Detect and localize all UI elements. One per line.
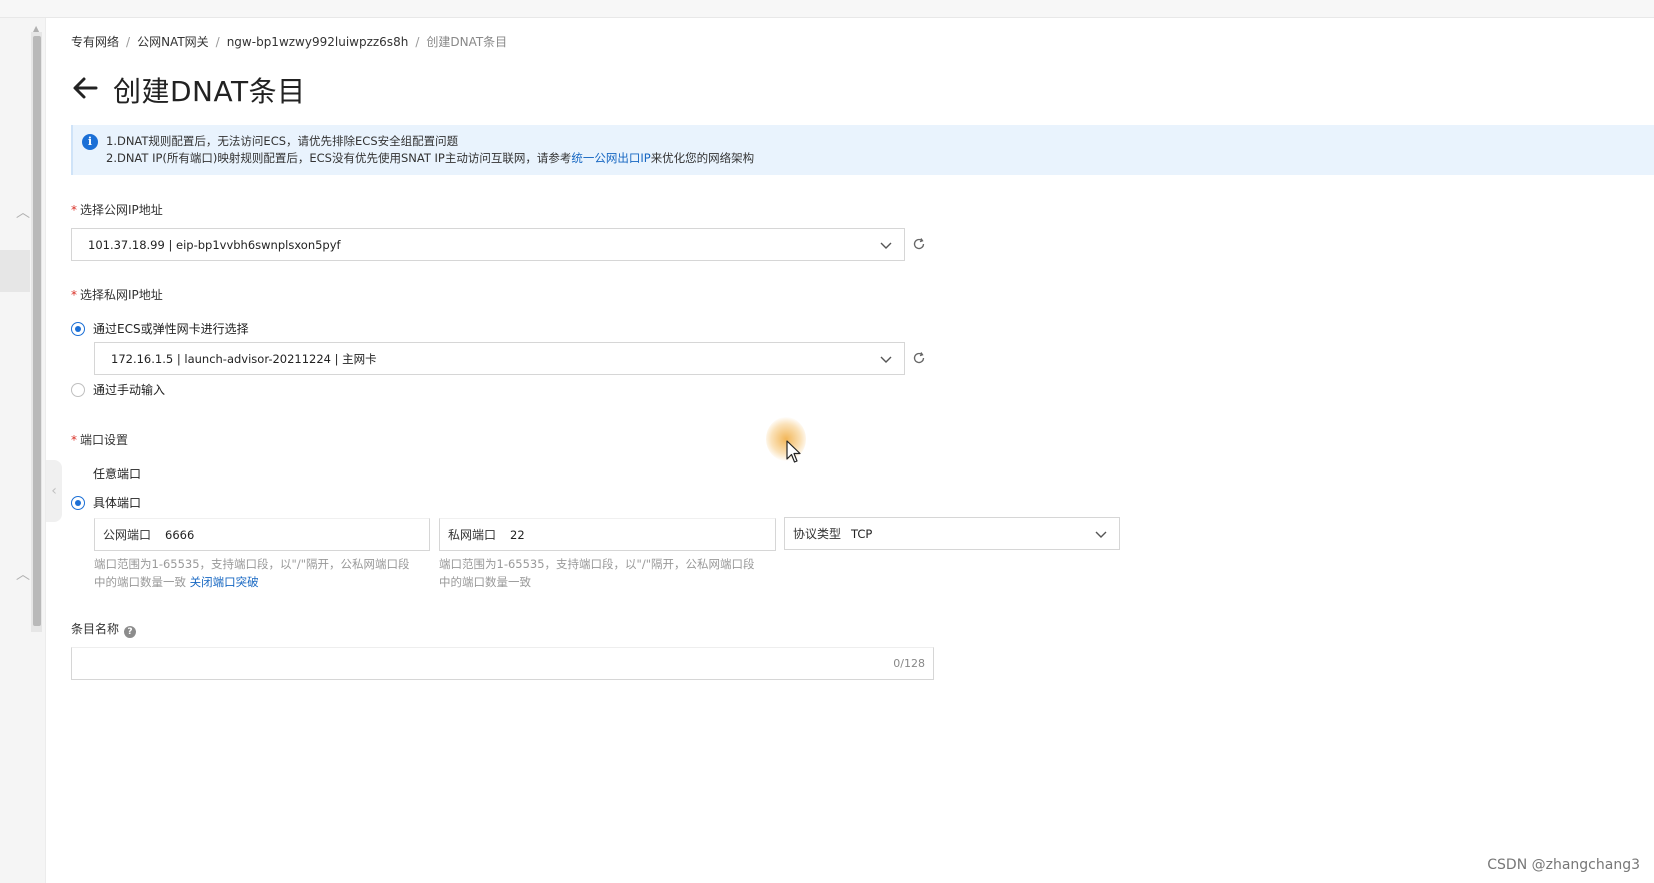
refresh-icon[interactable] xyxy=(912,351,926,365)
sidebar-collapse-handle[interactable]: ‹ xyxy=(46,460,62,522)
radio-any-port[interactable]: 任意端口 xyxy=(93,465,141,482)
protocol-label: 协议类型 xyxy=(793,527,842,541)
rail-active-block xyxy=(0,250,30,292)
breadcrumb: 专有网络 / 公网NAT网关 / ngw-bp1wzwy992luiwpzz6s8h / 创… xyxy=(71,33,507,50)
rail-up-arrow-icon[interactable]: ︿ xyxy=(16,206,30,220)
radio-manual-input-label: 通过手动输入 xyxy=(93,383,166,397)
radio-dot-checked[interactable] xyxy=(71,495,85,510)
breadcrumb-separator: / xyxy=(126,35,131,49)
breadcrumb-current: 创建DNAT条目 xyxy=(426,35,508,49)
watermark: CSDN @zhangchang3 xyxy=(1487,857,1640,873)
radio-specific-port[interactable]: 具体端口 xyxy=(71,494,141,511)
protocol-select[interactable]: 协议类型 TCP xyxy=(784,517,1120,550)
ecs-eni-select[interactable]: 172.16.1.5 | launch-advisor-20211224 | 主… xyxy=(94,342,905,375)
private-ip-label: * 选择私网IP地址 xyxy=(71,286,163,303)
breadcrumb-nat-gateway[interactable]: 公网NAT网关 xyxy=(137,35,209,49)
radio-specific-port-label: 具体端口 xyxy=(93,496,142,510)
public-port-hint-line2: 中的端口数量一致 xyxy=(94,575,186,589)
unified-egress-ip-link[interactable]: 统一公网出口IP xyxy=(571,151,650,165)
port-settings-label-text: 端口设置 xyxy=(80,433,129,447)
scrollbar-thumb[interactable] xyxy=(33,36,41,626)
public-port-value: 6666 xyxy=(165,527,195,542)
required-mark: * xyxy=(71,433,77,447)
public-port-hint-line2-row: 中的端口数量一致 关闭端口突破 xyxy=(94,573,410,591)
protocol-value: TCP xyxy=(851,526,873,541)
private-port-hint-line1: 端口范围为1-65535，支持端口段，以"/"隔开，公私网端口段 xyxy=(439,557,755,571)
disable-port-breakthrough-link[interactable]: 关闭端口突破 xyxy=(190,575,259,589)
private-port-hint: 端口范围为1-65535，支持端口段，以"/"隔开，公私网端口段 中的端口数量一… xyxy=(439,555,755,591)
chevron-down-icon xyxy=(880,356,892,363)
public-port-label: 公网端口 xyxy=(103,528,152,542)
notice-line-1: 1.DNAT规则配置后，无法访问ECS，请优先排除ECS安全组配置问题 xyxy=(106,134,459,148)
required-mark: * xyxy=(71,203,77,217)
breadcrumb-separator: / xyxy=(415,35,420,49)
mouse-cursor-icon xyxy=(786,440,801,463)
private-port-value: 22 xyxy=(510,527,525,542)
help-icon[interactable]: ? xyxy=(124,626,137,638)
breadcrumb-separator: / xyxy=(215,35,220,49)
radio-select-by-ecs[interactable]: 通过ECS或弹性网卡进行选择 xyxy=(71,320,249,337)
public-port-hint-line1: 端口范围为1-65535，支持端口段，以"/"隔开，公私网端口段 xyxy=(94,557,410,571)
public-ip-label-text: 选择公网IP地址 xyxy=(80,203,163,217)
info-icon: i xyxy=(82,134,98,150)
private-port-hint-line2: 中的端口数量一致 xyxy=(439,575,531,589)
notice-line-2-suffix: 来优化您的网络架构 xyxy=(650,151,755,165)
breadcrumb-vpc[interactable]: 专有网络 xyxy=(71,35,119,49)
notice-line-2: 2.DNAT IP(所有端口)映射规则配置后，ECS没有优先使用SNAT IP主… xyxy=(106,150,754,166)
entry-name-label: 条目名称? xyxy=(71,620,137,638)
notice-banner: i 1.DNAT规则配置后，无法访问ECS，请优先排除ECS安全组配置问题 2.… xyxy=(71,125,1654,175)
public-ip-select[interactable]: 101.37.18.99 | eip-bp1vvbh6swnplsxon5pyf xyxy=(71,228,905,261)
title-row: 创建DNAT条目 xyxy=(71,70,306,110)
public-port-hint: 端口范围为1-65535，支持端口段，以"/"隔开，公私网端口段 中的端口数量一… xyxy=(94,555,410,591)
chevron-down-icon xyxy=(880,242,892,249)
page-title: 创建DNAT条目 xyxy=(113,75,306,108)
public-ip-select-value: 101.37.18.99 | eip-bp1vvbh6swnplsxon5pyf xyxy=(88,237,341,252)
entry-name-input[interactable]: 0/128 xyxy=(71,647,934,680)
refresh-icon[interactable] xyxy=(912,237,926,251)
scroll-up-icon[interactable]: ▲ xyxy=(33,22,39,36)
private-ip-label-text: 选择私网IP地址 xyxy=(80,288,163,302)
public-port-input[interactable]: 公网端口 6666 xyxy=(94,518,430,551)
port-settings-label: * 端口设置 xyxy=(71,431,128,448)
rail-up-arrow-icon-2[interactable]: ︿ xyxy=(16,568,30,582)
notice-line-2-prefix: 2.DNAT IP(所有端口)映射规则配置后，ECS没有优先使用SNAT IP主… xyxy=(106,151,572,165)
radio-any-port-label: 任意端口 xyxy=(93,467,142,481)
radio-dot-unchecked[interactable] xyxy=(71,382,85,397)
public-ip-label: * 选择公网IP地址 xyxy=(71,201,163,218)
entry-name-label-text: 条目名称 xyxy=(71,622,120,636)
private-port-label: 私网端口 xyxy=(448,528,497,542)
chevron-down-icon xyxy=(1095,531,1107,538)
entry-name-char-counter: 0/128 xyxy=(893,657,925,670)
radio-select-by-ecs-label: 通过ECS或弹性网卡进行选择 xyxy=(93,322,249,336)
ecs-eni-select-value: 172.16.1.5 | launch-advisor-20211224 | 主… xyxy=(111,351,377,366)
top-bar xyxy=(0,0,1654,18)
breadcrumb-gateway-id[interactable]: ngw-bp1wzwy992luiwpzz6s8h xyxy=(227,35,409,49)
private-port-input[interactable]: 私网端口 22 xyxy=(439,518,776,551)
radio-dot-checked[interactable] xyxy=(71,321,85,336)
required-mark: * xyxy=(71,288,77,302)
back-arrow-icon[interactable] xyxy=(71,74,99,107)
radio-manual-input[interactable]: 通过手动输入 xyxy=(71,381,165,398)
